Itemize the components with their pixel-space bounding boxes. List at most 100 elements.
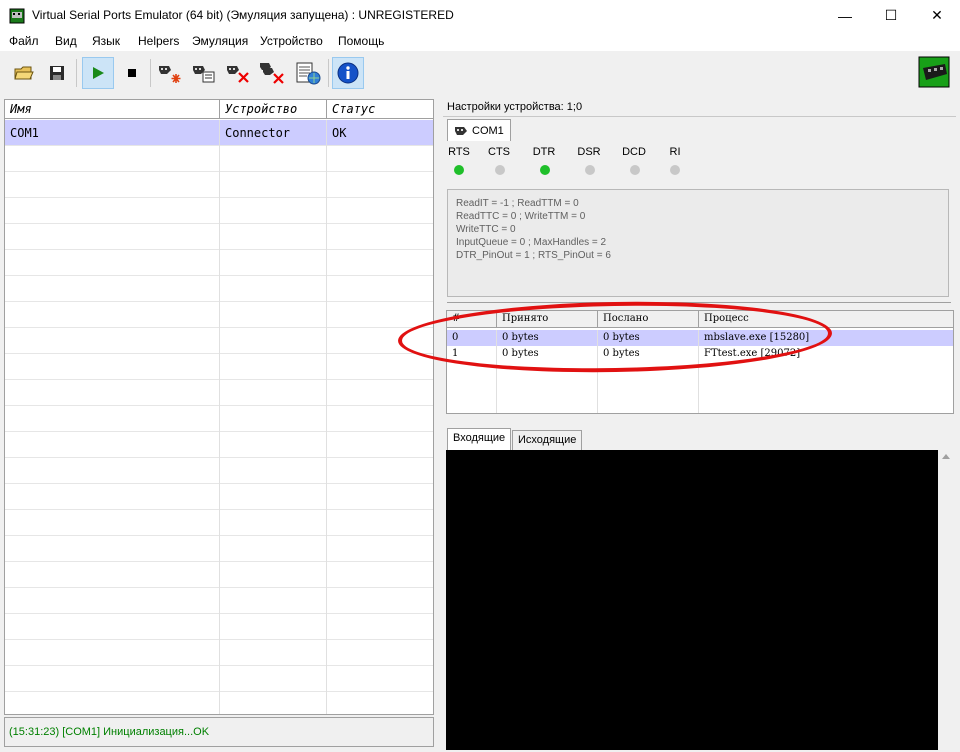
- empty-list-cell: [220, 666, 327, 692]
- empty-list-row: [5, 146, 433, 172]
- close-button[interactable]: ✕: [914, 0, 960, 31]
- menu-file[interactable]: Файл: [9, 34, 39, 48]
- about-button[interactable]: [332, 57, 364, 89]
- empty-list-cell: [327, 432, 433, 458]
- column-header-sent[interactable]: Послано: [598, 311, 699, 328]
- table-row[interactable]: 1 0 bytes 0 bytes FTtest.exe [29072]: [447, 346, 953, 362]
- column-header-received[interactable]: Принято: [497, 311, 598, 328]
- pane-splitter[interactable]: [438, 99, 442, 749]
- empty-list-cell: [220, 406, 327, 432]
- empty-list-cell: [220, 536, 327, 562]
- app-icon: [9, 8, 25, 24]
- empty-cell: [447, 362, 497, 413]
- menu-help[interactable]: Помощь: [338, 34, 384, 48]
- empty-list-cell: [327, 224, 433, 250]
- data-console[interactable]: [446, 450, 938, 750]
- empty-list-row: [5, 276, 433, 302]
- toolbar-separator: [328, 59, 329, 87]
- empty-list-cell: [220, 380, 327, 406]
- empty-list-cell: [5, 380, 220, 406]
- remove-device-button[interactable]: [222, 57, 254, 89]
- received-cell: 0 bytes: [497, 330, 598, 346]
- tab-com1[interactable]: COM1: [447, 119, 511, 141]
- empty-list-cell: [220, 458, 327, 484]
- empty-list-cell: [327, 484, 433, 510]
- sent-cell: 0 bytes: [598, 346, 699, 362]
- empty-list-cell: [5, 328, 220, 354]
- scroll-up-icon[interactable]: [942, 454, 950, 459]
- empty-list-cell: [5, 146, 220, 172]
- empty-list-row: [5, 484, 433, 510]
- received-cell: 0 bytes: [497, 346, 598, 362]
- new-device-button[interactable]: [154, 57, 186, 89]
- empty-list-cell: [5, 198, 220, 224]
- menu-emulation[interactable]: Эмуляция: [192, 34, 248, 48]
- signal-label-dtr: DTR: [532, 146, 556, 158]
- column-header-name[interactable]: Имя: [5, 100, 220, 119]
- maximize-button[interactable]: ☐: [868, 0, 914, 31]
- empty-list-cell: [220, 484, 327, 510]
- empty-list-row: [5, 354, 433, 380]
- minimize-icon: —: [838, 7, 852, 24]
- column-header-status[interactable]: Статус: [327, 100, 433, 119]
- port-parameter-line: DTR_PinOut = 1 ; RTS_PinOut = 6: [456, 250, 611, 261]
- empty-list-cell: [327, 458, 433, 484]
- empty-list-row: [5, 432, 433, 458]
- close-icon: ✕: [931, 7, 943, 23]
- empty-list-cell: [5, 432, 220, 458]
- port-parameter-line: ReadIT = -1 ; ReadTTM = 0: [456, 198, 579, 209]
- device-row[interactable]: COM1 Connector OK: [5, 120, 433, 146]
- empty-list-cell: [5, 224, 220, 250]
- empty-list-cell: [220, 354, 327, 380]
- empty-list-cell: [220, 302, 327, 328]
- menu-helpers[interactable]: Helpers: [138, 34, 179, 48]
- process-cell: FTtest.exe [29072]: [704, 348, 801, 359]
- stop-emulation-button[interactable]: [116, 57, 148, 89]
- empty-list-cell: [327, 640, 433, 666]
- signal-led-ri: [670, 165, 680, 175]
- remove-all-devices-button[interactable]: [256, 57, 288, 89]
- empty-list-cell: [327, 406, 433, 432]
- minimize-button[interactable]: —: [822, 0, 868, 31]
- empty-list-cell: [220, 328, 327, 354]
- edit-device-button[interactable]: [188, 57, 220, 89]
- signal-led-dtr: [540, 165, 550, 175]
- empty-list-cell: [327, 250, 433, 276]
- device-list-header: Имя Устройство Статус: [5, 100, 433, 119]
- save-disk-icon: [50, 66, 64, 80]
- divider: [447, 302, 951, 303]
- table-row[interactable]: 0 0 bytes 0 bytes mbslave.exe [15280]: [447, 330, 953, 346]
- empty-list-cell: [220, 276, 327, 302]
- empty-list-cell: [327, 354, 433, 380]
- empty-list-row: [5, 588, 433, 614]
- console-scrollbar[interactable]: [938, 450, 955, 750]
- menu-language[interactable]: Язык: [92, 34, 120, 48]
- toolbar-separator: [76, 59, 77, 87]
- empty-list-cell: [220, 562, 327, 588]
- device-list-button[interactable]: [292, 57, 324, 89]
- open-folder-icon: [14, 66, 34, 80]
- empty-list-cell: [220, 640, 327, 666]
- empty-list-row: [5, 510, 433, 536]
- remove-device-icon: [227, 66, 249, 83]
- empty-list-cell: [327, 172, 433, 198]
- tab-outgoing[interactable]: Исходящие: [512, 430, 583, 450]
- empty-list-row: [5, 172, 433, 198]
- tab-incoming[interactable]: Входящие: [447, 428, 512, 450]
- logo-badge: [916, 54, 952, 90]
- empty-list-row: [5, 666, 433, 692]
- empty-list-row: [5, 380, 433, 406]
- menu-device[interactable]: Устройство: [260, 34, 323, 48]
- open-button[interactable]: [8, 57, 40, 89]
- save-button[interactable]: [41, 57, 73, 89]
- device-status-cell: OK: [332, 126, 347, 140]
- column-header-device[interactable]: Устройство: [220, 100, 327, 119]
- toolbar: [0, 51, 960, 95]
- menu-view[interactable]: Вид: [55, 34, 77, 48]
- empty-list-cell: [5, 536, 220, 562]
- empty-list-row: [5, 536, 433, 562]
- column-header-index[interactable]: #: [447, 311, 497, 328]
- start-emulation-button[interactable]: [82, 57, 114, 89]
- signal-label-ri: RI: [669, 146, 681, 158]
- column-header-process[interactable]: Процесс: [699, 311, 953, 328]
